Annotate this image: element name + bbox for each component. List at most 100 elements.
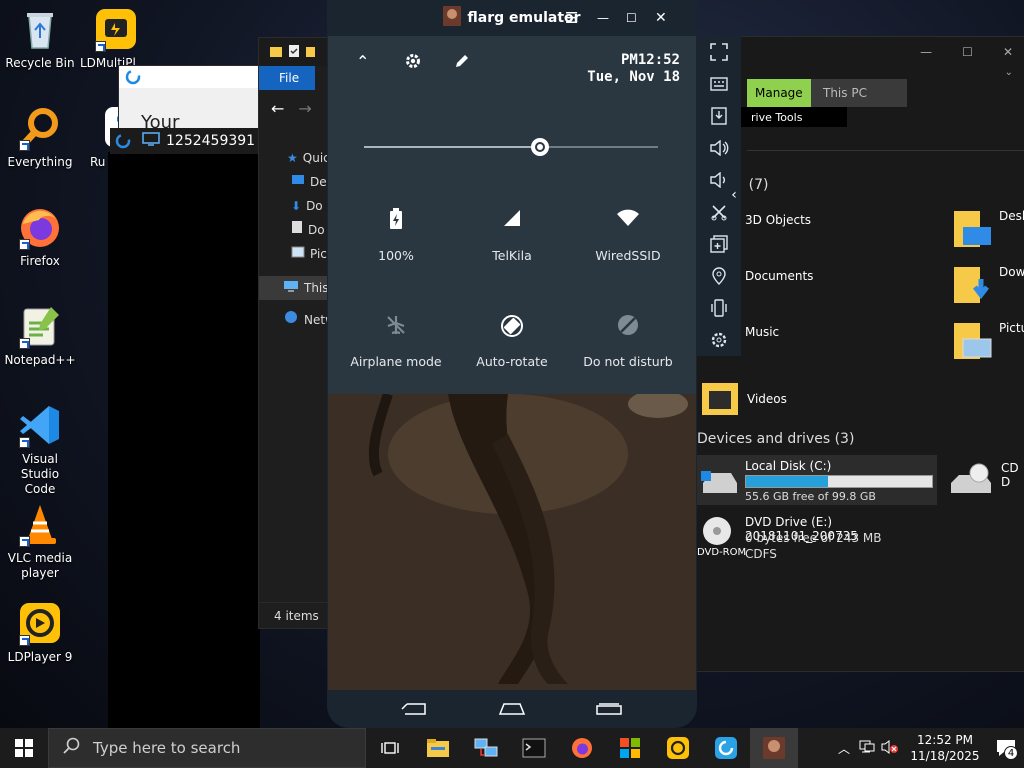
hard-drive-icon bbox=[699, 467, 739, 501]
desktop-icon-vscode[interactable]: Visual Studio Code bbox=[4, 402, 76, 497]
qs-tile-battery[interactable]: 100% bbox=[336, 208, 456, 263]
ribbon-tab-this-pc[interactable]: This PC bbox=[811, 79, 907, 107]
volume-muted-icon[interactable] bbox=[878, 739, 902, 758]
minimize-button[interactable]: — bbox=[597, 11, 609, 25]
back-nav-icon[interactable] bbox=[401, 700, 429, 719]
folder-pictures[interactable]: Pictu bbox=[953, 321, 1024, 366]
shake-icon[interactable] bbox=[697, 292, 741, 324]
brightness-icon[interactable] bbox=[527, 134, 553, 164]
folder-desktop[interactable]: Desk bbox=[953, 209, 1024, 254]
nav-item-downloads[interactable]: ⬇ Do bbox=[259, 194, 329, 218]
nav-label: Quic bbox=[302, 151, 330, 165]
apk-install-icon[interactable] bbox=[697, 100, 741, 132]
nav-item-network[interactable]: Netw bbox=[259, 308, 329, 332]
remote-window-titlebar[interactable] bbox=[119, 66, 259, 88]
nav-item-desktop[interactable]: De bbox=[259, 170, 329, 194]
folder-documents[interactable]: Documents bbox=[745, 269, 813, 283]
explorer-left-titlebar[interactable] bbox=[259, 38, 329, 66]
action-center-button[interactable]: 4 bbox=[988, 728, 1024, 768]
qs-tile-wifi[interactable]: WiredSSID bbox=[568, 208, 688, 263]
location-icon[interactable] bbox=[697, 260, 741, 292]
devices-group-header[interactable]: Devices and drives (3) bbox=[697, 431, 854, 447]
side-settings-icon[interactable] bbox=[697, 324, 741, 356]
network-icon bbox=[283, 308, 299, 332]
collapse-chevron-icon[interactable]: ⌃ bbox=[356, 52, 369, 71]
folder-downloads[interactable]: Dow bbox=[953, 265, 1024, 310]
shortcut-arrow-icon bbox=[19, 635, 30, 646]
volume-up-icon[interactable] bbox=[697, 132, 741, 164]
desktop-icon-firefox[interactable]: Firefox bbox=[4, 204, 76, 269]
taskbar-microsoft-store[interactable] bbox=[606, 728, 654, 768]
qs-tile-airplane[interactable]: Airplane mode bbox=[336, 314, 456, 369]
toolbar-collapse-chevron-icon[interactable]: ‹ bbox=[727, 180, 741, 210]
file-explorer-window-left[interactable]: File ← → ★ Quic De ⬇ Do Do Pic This Netw 4… bbox=[258, 37, 330, 629]
quick-settings-panel[interactable]: ⌃ PM12:52 Tue, Nov 18 100% TelKila Wired… bbox=[328, 36, 696, 394]
recents-nav-icon[interactable] bbox=[595, 700, 623, 719]
task-view-button[interactable] bbox=[366, 728, 414, 768]
minimize-button[interactable]: — bbox=[920, 45, 932, 59]
drive-cd[interactable]: CD D bbox=[947, 461, 1024, 504]
monitor-icon bbox=[142, 132, 160, 150]
remote-desktop-window[interactable]: Your Desktop bbox=[118, 65, 260, 130]
network-status-icon[interactable] bbox=[856, 739, 878, 758]
taskbar-firefox[interactable] bbox=[558, 728, 606, 768]
desktop-icon-ldmultiplayer[interactable]: LDMultiPl bbox=[80, 6, 152, 71]
ribbon-tab-manage[interactable]: Manage bbox=[747, 79, 811, 107]
taskbar-flarg-emulator[interactable] bbox=[750, 728, 798, 768]
taskbar-clock[interactable]: 12:52 PM 11/18/2025 bbox=[902, 732, 988, 764]
settings-gear-icon[interactable] bbox=[404, 52, 422, 74]
folder-music[interactable]: Music bbox=[745, 325, 779, 339]
desktop-icon-recycle-bin[interactable]: Recycle Bin bbox=[4, 6, 76, 71]
nav-item-quick-access[interactable]: ★ Quic bbox=[259, 146, 329, 170]
nav-label: This bbox=[304, 281, 329, 295]
taskbar-terminal[interactable] bbox=[510, 728, 558, 768]
qs-tile-cellular[interactable]: TelKila bbox=[452, 208, 572, 263]
folder-label: Videos bbox=[747, 391, 787, 406]
picture-icon bbox=[291, 242, 305, 266]
taskbar-search-box[interactable]: Type here to search bbox=[48, 728, 366, 768]
taskbar-file-explorer[interactable] bbox=[414, 728, 462, 768]
remote-session-view[interactable] bbox=[108, 152, 260, 728]
emulator-titlebar[interactable]: flarg emulator ☰ — ☐ ✕ bbox=[327, 0, 697, 36]
desktop-icon-everything[interactable]: Everything bbox=[4, 105, 76, 170]
nav-item-pictures[interactable]: Pic bbox=[259, 242, 329, 266]
folder-videos[interactable]: Videos bbox=[701, 377, 787, 420]
emulator-window[interactable]: flarg emulator ☰ — ☐ ✕ ⌃ PM12:52 Tue, No… bbox=[327, 0, 697, 728]
qs-tile-autorotate[interactable]: Auto-rotate bbox=[452, 314, 572, 369]
folder-3d-objects[interactable]: 3D Objects bbox=[745, 213, 811, 227]
close-button[interactable]: ✕ bbox=[655, 10, 667, 26]
desktop-icon-ldplayer[interactable]: LDPlayer 9 bbox=[4, 600, 76, 665]
forward-arrow-icon[interactable]: → bbox=[298, 99, 311, 118]
desktop-icon-notepadpp[interactable]: Notepad++ bbox=[4, 303, 76, 368]
emulator-screen[interactable]: ⌃ PM12:52 Tue, Nov 18 100% TelKila Wired… bbox=[328, 36, 696, 690]
start-button[interactable] bbox=[0, 728, 48, 768]
taskbar-remote-app[interactable] bbox=[462, 728, 510, 768]
search-icon bbox=[63, 737, 81, 759]
drive-e[interactable]: DVD-ROM DVD Drive (E:) 20181101_200735 0… bbox=[697, 511, 937, 571]
desktop-icon-label: Recycle Bin bbox=[5, 56, 75, 70]
maximize-button[interactable]: ☐ bbox=[626, 11, 637, 25]
show-hidden-icons-chevron-icon[interactable]: ︿ bbox=[832, 740, 856, 757]
nav-item-this-pc[interactable]: This bbox=[259, 276, 329, 300]
fullscreen-icon[interactable] bbox=[697, 36, 741, 68]
multi-window-icon[interactable] bbox=[697, 228, 741, 260]
brightness-slider-track[interactable] bbox=[364, 138, 658, 156]
taskbar-ldplayer[interactable] bbox=[654, 728, 702, 768]
taskbar-rustdesk[interactable] bbox=[702, 728, 750, 768]
file-menu-tab[interactable]: File bbox=[259, 66, 315, 90]
remote-session-tab[interactable]: 1252459391 bbox=[110, 128, 260, 154]
qs-tile-dnd[interactable]: Do not disturb bbox=[568, 314, 688, 369]
ribbon-collapse-icon[interactable]: ⌄ bbox=[697, 67, 1024, 79]
vscode-icon bbox=[17, 402, 63, 448]
maximize-button[interactable]: ☐ bbox=[962, 45, 973, 59]
edit-pencil-icon[interactable] bbox=[454, 53, 470, 73]
file-explorer-window-right[interactable]: — ☐ ✕ ⌄ Manage This PC rive Tools ‹ (7) … bbox=[696, 36, 1024, 672]
close-button[interactable]: ✕ bbox=[1003, 45, 1013, 59]
drive-c[interactable]: Local Disk (C:) 55.6 GB free of 99.8 GB bbox=[697, 455, 937, 505]
back-arrow-icon[interactable]: ← bbox=[271, 99, 284, 118]
nav-item-documents[interactable]: Do bbox=[259, 218, 329, 242]
menu-icon[interactable]: ☰ bbox=[565, 9, 578, 27]
home-nav-icon[interactable] bbox=[498, 700, 526, 719]
desktop-icon-vlc[interactable]: VLC media player bbox=[4, 501, 76, 581]
keyboard-icon[interactable] bbox=[697, 68, 741, 100]
